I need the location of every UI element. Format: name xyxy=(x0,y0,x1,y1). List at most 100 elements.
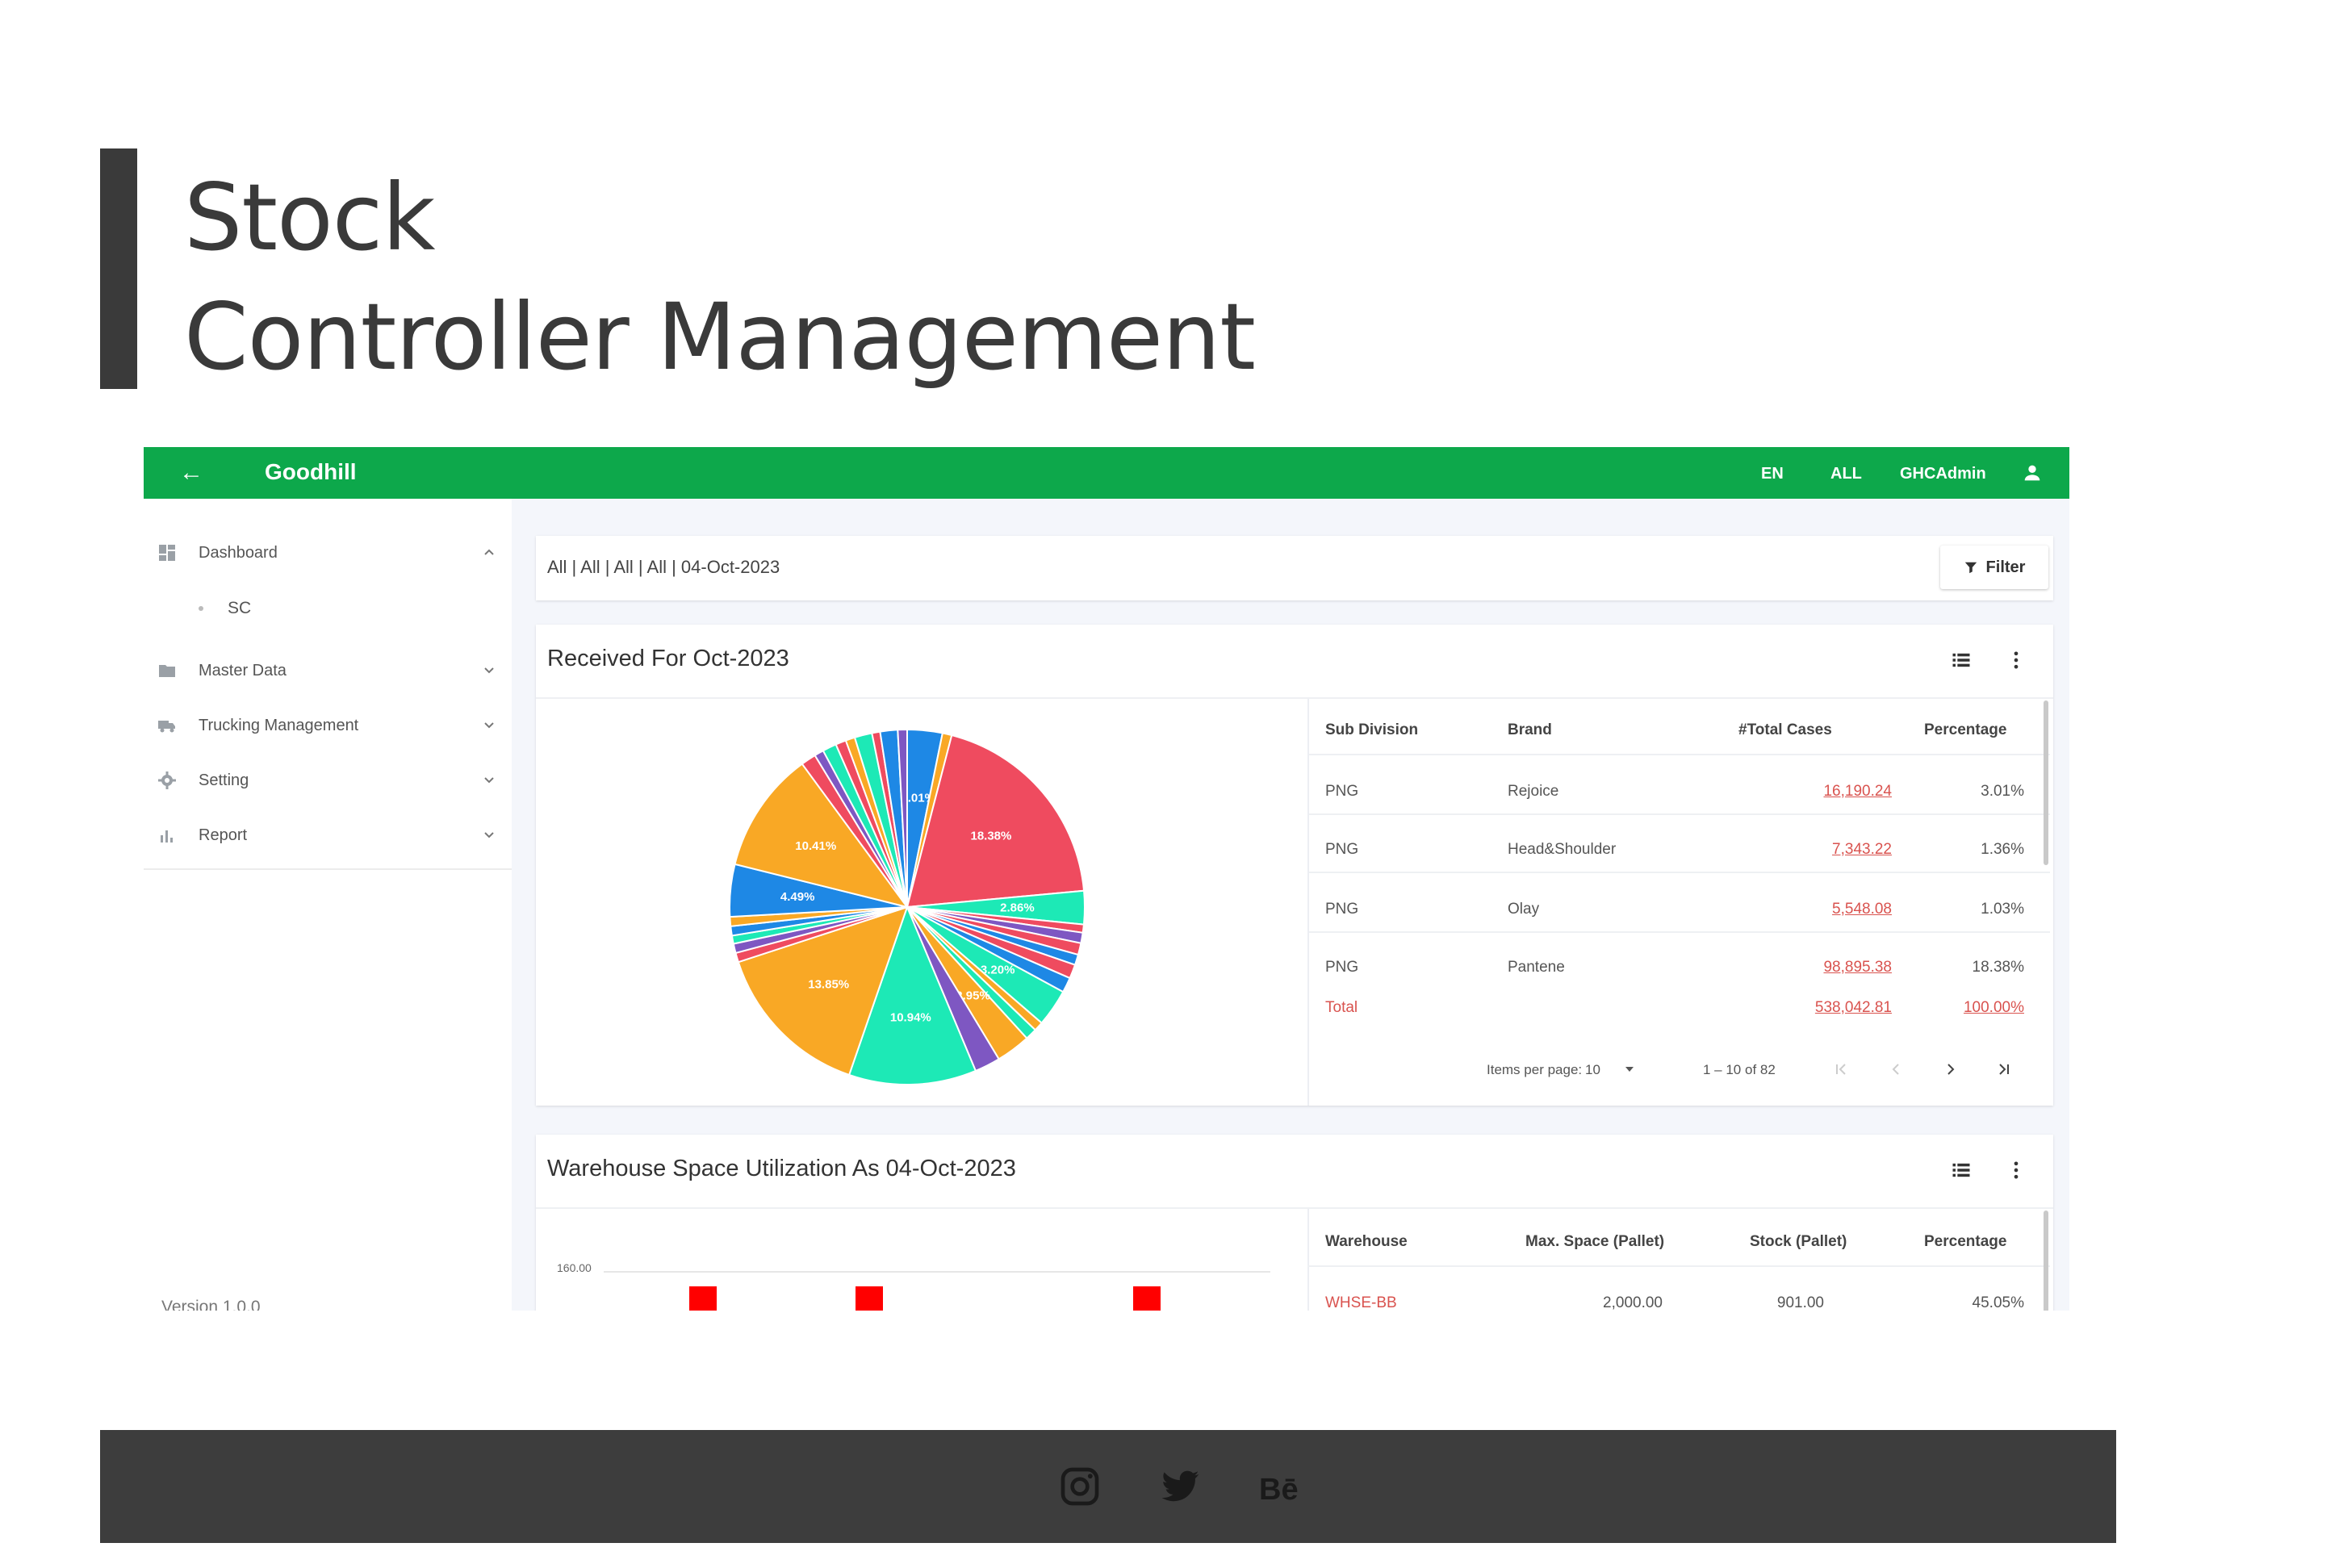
bar-chart-icon xyxy=(161,830,173,843)
sidebar-item-report[interactable]: Report xyxy=(144,815,512,855)
dashboard-icon xyxy=(159,545,175,561)
cell-total-cases-link[interactable]: 5,548.08 xyxy=(1698,901,1892,918)
user-icon[interactable] xyxy=(2021,462,2044,484)
sidebar-item-setting[interactable]: Setting xyxy=(144,760,512,801)
back-arrow-icon[interactable]: ← xyxy=(179,460,203,486)
warehouse-bar[interactable] xyxy=(1133,1286,1161,1311)
table-scrollbar[interactable] xyxy=(2044,700,2048,865)
chevron-down-icon[interactable] xyxy=(481,662,497,678)
slide-title-line-1: Stock xyxy=(184,164,436,271)
cell-sub-division: PNG xyxy=(1325,841,1359,858)
app-screenshot: ← Goodhill EN ALL GHCAdmin Dashboard SC … xyxy=(144,447,2069,1311)
cell-brand: Head&Shoulder xyxy=(1508,841,1617,858)
cell-total-cases-link[interactable]: 7,343.22 xyxy=(1698,841,1892,859)
col-header-max-space[interactable]: Max. Space (Pallet) xyxy=(1525,1233,1664,1251)
behance-icon[interactable]: Bē xyxy=(1257,1464,1303,1509)
warehouse-bar[interactable] xyxy=(689,1286,717,1311)
cell-brand: Pantene xyxy=(1508,959,1565,976)
sidebar-item-dashboard[interactable]: Dashboard xyxy=(144,533,512,573)
sidebar-item-label: Report xyxy=(199,826,248,844)
sidebar: Dashboard SC Master Data Trucking Manage… xyxy=(144,499,512,1311)
warehouse-bar[interactable] xyxy=(856,1286,883,1311)
pagination-range: 1 – 10 of 82 xyxy=(1703,1062,1776,1077)
table-left-border xyxy=(1307,1028,1309,1106)
more-options-icon[interactable] xyxy=(2005,1159,2027,1181)
items-per-page-label: Items per page: xyxy=(1487,1062,1583,1077)
received-panel-title: Received For Oct-2023 xyxy=(547,646,789,671)
cell-sub-division: PNG xyxy=(1325,959,1359,976)
pie-slice-label: 4.49% xyxy=(780,890,815,904)
chevron-down-icon[interactable] xyxy=(481,771,497,788)
col-header-percentage[interactable]: Percentage xyxy=(1924,721,2006,739)
twitter-icon[interactable] xyxy=(1157,1464,1203,1509)
filter-button[interactable]: Filter xyxy=(1940,546,2048,589)
last-page-icon[interactable] xyxy=(1995,1060,2013,1078)
col-header-total-cases[interactable]: #Total Cases xyxy=(1738,721,1832,739)
cell-brand: Rejoice xyxy=(1508,783,1559,800)
pie-slice-label: 18.38% xyxy=(970,830,1011,843)
breadcrumb: All | All | All | All | 04-Oct-2023 xyxy=(547,557,780,577)
total-cases-link[interactable]: 538,042.81 xyxy=(1698,999,1892,1017)
bullet-icon xyxy=(199,606,203,612)
next-page-icon[interactable] xyxy=(1942,1060,1960,1078)
sidebar-item-label: Trucking Management xyxy=(199,717,359,734)
col-header-sub-division[interactable]: Sub Division xyxy=(1325,721,1418,739)
pie-slice-label: 10.94% xyxy=(890,1010,931,1024)
previous-page-icon[interactable] xyxy=(1887,1060,1905,1078)
title-accent-bar xyxy=(100,148,137,389)
cell-percentage: 18.38% xyxy=(1972,959,2024,976)
app-version: Version 1.0.0 xyxy=(161,1298,261,1311)
row-divider xyxy=(1307,931,2050,933)
panel-divider xyxy=(536,697,2053,699)
sidebar-item-trucking-management[interactable]: Trucking Management xyxy=(144,705,512,746)
top-bar: ← Goodhill EN ALL GHCAdmin xyxy=(144,447,2069,499)
dropdown-arrow-icon[interactable] xyxy=(1624,1064,1635,1075)
first-page-icon[interactable] xyxy=(1832,1060,1850,1078)
slide-title-line-2: Controller Management xyxy=(184,283,1256,391)
cell-warehouse-link[interactable]: WHSE-BB xyxy=(1325,1294,1397,1311)
more-options-icon[interactable] xyxy=(2005,649,2027,671)
table-scrollbar[interactable] xyxy=(2044,1210,2048,1311)
panel-divider xyxy=(536,1207,2053,1209)
language-selector[interactable]: EN xyxy=(1761,463,1784,484)
cell-percentage: 45.05% xyxy=(1972,1294,2024,1311)
row-divider xyxy=(1307,754,2050,755)
col-header-warehouse[interactable]: Warehouse xyxy=(1325,1233,1408,1251)
cell-total-cases-link[interactable]: 16,190.24 xyxy=(1698,783,1892,801)
sidebar-subitem-label: SC xyxy=(228,599,252,617)
svg-text:Bē: Bē xyxy=(1259,1473,1299,1507)
pie-slice-label: 2.86% xyxy=(1000,901,1035,914)
total-percentage-link[interactable]: 100.00% xyxy=(1908,999,2024,1017)
sidebar-subitem-sc[interactable]: SC xyxy=(199,599,251,618)
col-header-percentage[interactable]: Percentage xyxy=(1924,1233,2006,1251)
list-view-icon[interactable] xyxy=(1950,1159,1973,1181)
list-view-icon[interactable] xyxy=(1950,649,1973,671)
cell-sub-division: PNG xyxy=(1325,901,1359,918)
slide-footer: Bē xyxy=(100,1430,2116,1543)
pie-slice-label: 10.41% xyxy=(795,839,836,853)
chevron-down-icon[interactable] xyxy=(481,717,497,733)
cell-brand: Olay xyxy=(1508,901,1540,918)
cell-total-cases-link[interactable]: 98,895.38 xyxy=(1698,959,1892,976)
cell-percentage: 1.36% xyxy=(1981,841,2024,858)
filter-bar: All | All | All | All | 04-Oct-2023 Filt… xyxy=(536,536,2053,600)
truck-icon xyxy=(158,721,175,733)
col-header-brand[interactable]: Brand xyxy=(1508,721,1552,739)
chevron-down-icon[interactable] xyxy=(481,826,497,843)
app-brand[interactable]: Goodhill xyxy=(265,458,357,486)
sidebar-item-label: Dashboard xyxy=(199,544,278,562)
sidebar-item-master-data[interactable]: Master Data xyxy=(144,650,512,691)
user-name[interactable]: GHCAdmin xyxy=(1900,463,1986,484)
filter-button-label: Filter xyxy=(1985,558,2026,576)
instagram-icon[interactable] xyxy=(1057,1464,1102,1509)
items-per-page-select[interactable]: 10 xyxy=(1585,1062,1600,1078)
warehouse-panel-title: Warehouse Space Utilization As 04-Oct-20… xyxy=(547,1156,1016,1181)
cell-stock: 901.00 xyxy=(1776,1294,1824,1311)
row-divider xyxy=(1307,872,2050,873)
cell-percentage: 3.01% xyxy=(1981,783,2024,800)
scope-selector[interactable]: ALL xyxy=(1830,463,1862,484)
col-header-stock[interactable]: Stock (Pallet) xyxy=(1750,1233,1847,1251)
chevron-up-icon[interactable] xyxy=(481,544,497,560)
total-label: Total xyxy=(1325,999,1358,1016)
cell-percentage: 1.03% xyxy=(1981,901,2024,918)
